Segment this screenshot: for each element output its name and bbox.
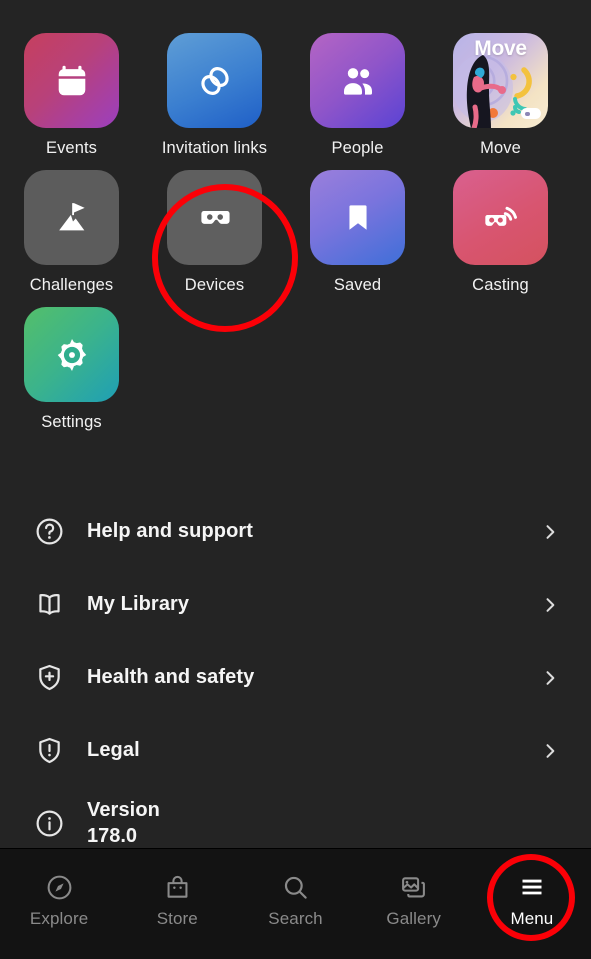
- info-circle-icon: [28, 808, 70, 839]
- cast-headset-icon: [481, 198, 521, 238]
- nav-item-gallery-label: Gallery: [386, 909, 441, 928]
- tile-settings-thumb[interactable]: [24, 307, 119, 402]
- list-item-legal-label: Legal: [87, 739, 140, 761]
- list-item-health-and-safety-label: Health and safety: [87, 666, 255, 688]
- vr-headset-icon: [196, 199, 234, 237]
- list-item-help-and-support[interactable]: Help and support: [0, 495, 591, 568]
- nav-item-search-label: Search: [268, 909, 323, 928]
- shield-alert-icon: [28, 735, 70, 766]
- list-item-health-and-safety[interactable]: Health and safety: [0, 641, 591, 714]
- people-icon: [338, 61, 378, 101]
- book-icon: [28, 589, 70, 620]
- search-icon: [281, 870, 310, 904]
- tile-saved[interactable]: Saved: [286, 170, 429, 295]
- version-text-stack: Version 178.0: [87, 799, 561, 848]
- tile-casting-thumb[interactable]: [453, 170, 548, 265]
- nav-item-gallery[interactable]: Gallery: [355, 849, 473, 959]
- tile-events-thumb[interactable]: [24, 33, 119, 128]
- tile-saved-thumb[interactable]: [310, 170, 405, 265]
- mountain-flag-icon: [52, 198, 92, 238]
- nav-item-explore[interactable]: Explore: [0, 849, 118, 959]
- settings-list: Help and support My Library Health and s…: [0, 495, 591, 860]
- shop-bag-icon: [163, 870, 192, 904]
- tile-challenges-thumb[interactable]: [24, 170, 119, 265]
- chevron-right-icon: [539, 522, 561, 542]
- compass-icon: [45, 870, 74, 904]
- chevron-right-icon: [539, 668, 561, 688]
- tile-events-label: Events: [45, 139, 98, 157]
- nav-item-store-label: Store: [156, 909, 198, 928]
- tile-people[interactable]: People: [286, 33, 429, 158]
- tile-settings[interactable]: Settings: [0, 307, 143, 432]
- tile-invitation-links[interactable]: Invitation links: [143, 33, 286, 158]
- tile-challenges[interactable]: Challenges: [0, 170, 143, 295]
- nav-item-menu[interactable]: Menu: [473, 849, 591, 959]
- shortcut-tile-grid: Events Invitation links People Move Move…: [0, 0, 591, 444]
- nav-item-menu-label: Menu: [510, 909, 554, 928]
- tile-invitation-links-label: Invitation links: [161, 139, 268, 157]
- app-screen: Events Invitation links People Move Move…: [0, 0, 591, 959]
- nav-item-store[interactable]: Store: [118, 849, 236, 959]
- version-value: 178.0: [87, 825, 138, 847]
- bottom-navigation-bar: Explore Store Search Gallery Menu: [0, 848, 591, 959]
- list-item-help-and-support-label: Help and support: [87, 520, 254, 542]
- tile-move[interactable]: Move Move: [429, 33, 572, 158]
- move-artwork-title: Move: [474, 37, 527, 60]
- tile-events[interactable]: Events: [0, 33, 143, 158]
- tile-people-thumb[interactable]: [310, 33, 405, 128]
- question-circle-icon: [28, 516, 70, 547]
- gear-icon: [53, 336, 91, 374]
- tile-devices-thumb[interactable]: [167, 170, 262, 265]
- tile-invitation-links-thumb[interactable]: [167, 33, 262, 128]
- tile-devices[interactable]: Devices: [143, 170, 286, 295]
- tile-saved-label: Saved: [333, 276, 382, 294]
- tile-people-label: People: [331, 139, 384, 157]
- version-label: Version: [87, 799, 160, 821]
- tile-settings-label: Settings: [41, 413, 102, 431]
- shield-plus-icon: [28, 662, 70, 693]
- hamburger-icon: [517, 870, 547, 904]
- list-item-my-library-label: My Library: [87, 593, 190, 615]
- tile-devices-label: Devices: [184, 276, 245, 294]
- tile-casting-label: Casting: [472, 276, 529, 294]
- tile-move-label: Move: [480, 139, 521, 157]
- tile-move-thumb[interactable]: Move: [453, 33, 548, 128]
- tile-challenges-label: Challenges: [29, 276, 114, 294]
- calendar-icon: [53, 62, 91, 100]
- move-controller-badge-icon: [521, 108, 541, 119]
- bookmark-icon: [340, 200, 376, 236]
- nav-item-explore-label: Explore: [29, 909, 89, 928]
- chevron-right-icon: [539, 595, 561, 615]
- tile-casting[interactable]: Casting: [429, 170, 572, 295]
- chevron-right-icon: [539, 741, 561, 761]
- list-item-my-library[interactable]: My Library: [0, 568, 591, 641]
- nav-item-search[interactable]: Search: [236, 849, 354, 959]
- link-chain-icon: [195, 61, 235, 101]
- gallery-icon: [399, 870, 428, 904]
- list-item-legal[interactable]: Legal: [0, 714, 591, 787]
